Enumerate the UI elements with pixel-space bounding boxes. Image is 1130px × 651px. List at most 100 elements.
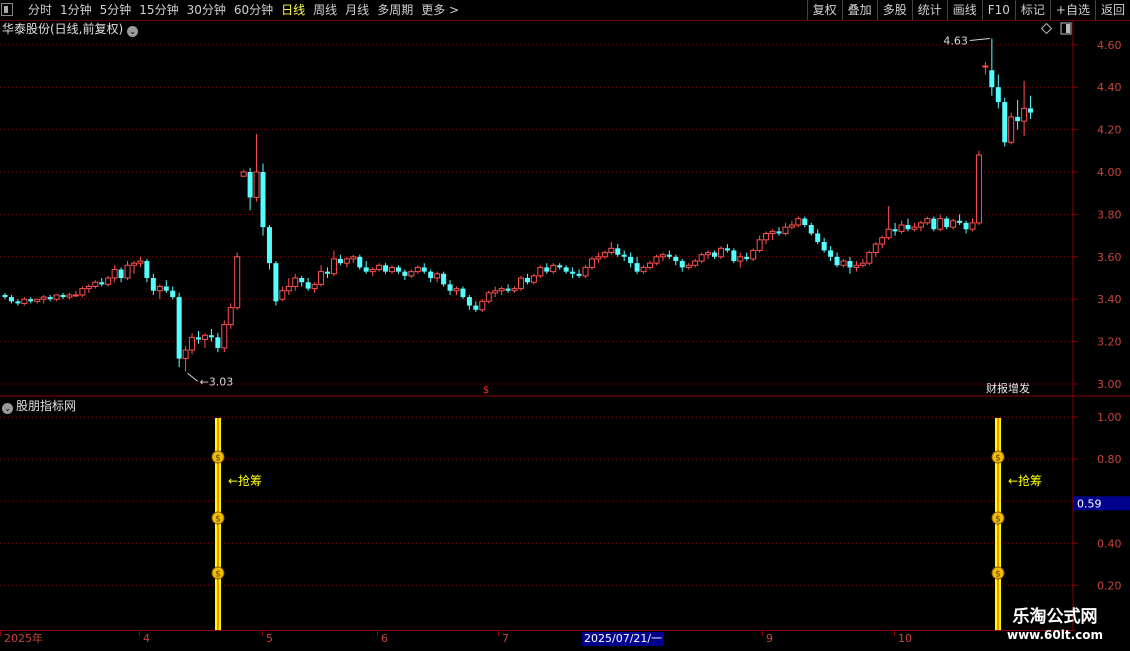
candle-body (750, 249, 757, 260)
candle-body (634, 263, 640, 272)
candle-body (640, 266, 647, 273)
candle-body (982, 65, 989, 68)
candle-body (124, 264, 131, 279)
candle-body (511, 288, 518, 292)
candle-body (389, 266, 395, 273)
candle-body (118, 269, 124, 278)
candle-body (221, 324, 228, 349)
candle-body (441, 273, 447, 285)
candle-body (28, 299, 34, 302)
candle-body (8, 297, 14, 302)
watermark-url: www.60lt.com (1006, 628, 1104, 642)
candle-body (879, 237, 886, 245)
high-price-arrow (969, 37, 990, 41)
date-label: 10 (898, 632, 912, 645)
panel-toggle-fill (1066, 24, 1070, 33)
candle-body (518, 277, 524, 290)
candle-body (234, 256, 241, 309)
candle-body (460, 288, 466, 298)
candle-body (731, 250, 737, 262)
candle-body (447, 284, 453, 291)
candle-body (853, 264, 860, 268)
candle-body (1002, 102, 1008, 143)
date-label: 5 (266, 632, 273, 645)
candle-body (2, 294, 8, 298)
candle-body (201, 334, 208, 340)
price-tick-label: 4.20 (1097, 124, 1122, 137)
candle-body (279, 290, 286, 300)
candle-body (628, 256, 634, 264)
candle-body (975, 154, 982, 224)
date-tick (498, 631, 499, 636)
candle-body (905, 225, 911, 230)
candle-body (453, 288, 460, 292)
candle-body (273, 263, 279, 302)
candle-body (466, 297, 472, 306)
candle-body (995, 87, 1001, 103)
signal-label: ←抢筹 (1008, 473, 1042, 488)
candle-body (311, 283, 318, 290)
candle-body (421, 267, 427, 272)
candle-body (957, 220, 963, 223)
candle-body (563, 267, 569, 272)
candle-body (34, 298, 41, 302)
candle-body (776, 231, 782, 234)
candle-body (247, 172, 253, 198)
candle-body (724, 248, 730, 251)
coin-symbol: $ (995, 570, 1001, 580)
candle-body (582, 266, 589, 277)
candle-body (369, 269, 376, 273)
candle-body (144, 261, 150, 278)
candle-body (931, 218, 937, 230)
candle-body (215, 337, 221, 348)
candle-body (99, 282, 105, 285)
date-label: 4 (143, 632, 150, 645)
candle-body (325, 271, 330, 274)
candle-body (196, 337, 201, 340)
candle-body (72, 294, 79, 297)
candle-body (795, 218, 802, 226)
candle-body (859, 262, 866, 266)
candle-body (350, 256, 357, 260)
candle-body (208, 335, 214, 338)
coin-symbol: $ (215, 515, 221, 525)
candle-body (866, 252, 873, 264)
candle-body (782, 226, 789, 234)
candle-body (937, 218, 944, 230)
candle-body (659, 254, 666, 258)
candle-body (176, 297, 182, 359)
candle-body (1028, 108, 1034, 113)
candle-body (989, 70, 995, 88)
candle-body (163, 286, 169, 291)
candle-body (756, 239, 763, 251)
candle-body (376, 264, 383, 271)
candlestick-chart[interactable]: 4.60 4.40 4.20 4.00 3.80 3.60 3.40 3.20 3.00 1.00… (0, 0, 1130, 650)
candle-body (479, 300, 486, 311)
date-label: 6 (381, 632, 388, 645)
candle-body (505, 288, 511, 291)
candle-body (969, 222, 976, 230)
candle-body (847, 261, 853, 268)
price-tick-label: 3.80 (1097, 208, 1122, 221)
date-label: 2025年 (4, 632, 43, 645)
candle-body (170, 290, 176, 298)
candle-body (182, 349, 189, 360)
candle-body (330, 258, 337, 275)
indicator-tick-label: 1.00 (1097, 411, 1122, 424)
candle-body (85, 285, 92, 290)
candle-body (260, 172, 266, 228)
candle-body (47, 297, 53, 300)
candle-body (357, 256, 363, 268)
candle-body (944, 218, 950, 228)
candle-body (769, 230, 776, 234)
date-tick (139, 631, 140, 636)
price-tick-label: 4.40 (1097, 81, 1122, 94)
event-tag: 财报增发 (986, 381, 1030, 395)
candle-body (227, 307, 234, 326)
candle-body (898, 224, 905, 232)
candle-body (601, 252, 608, 258)
signal-label: ←抢筹 (228, 473, 262, 488)
price-tick-label: 3.00 (1097, 378, 1122, 391)
indicator-tick-label: 0.80 (1097, 453, 1122, 466)
candle-body (318, 271, 325, 285)
